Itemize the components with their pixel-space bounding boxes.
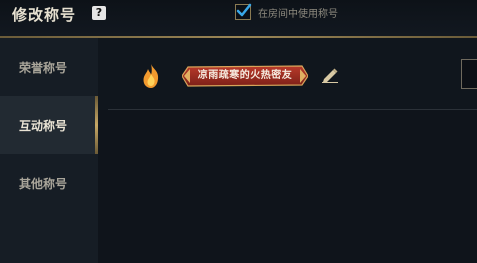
help-icon[interactable]: ? [92, 6, 106, 20]
sidebar-item-interaction[interactable]: 互动称号 [0, 96, 98, 154]
sidebar-item-label: 荣誉称号 [19, 60, 68, 75]
page-title: 修改称号 [12, 6, 77, 24]
sidebar-item-label: 其他称号 [19, 176, 68, 191]
checkbox-label: 在房间中使用称号 [258, 8, 338, 20]
top-bar: 修改称号 ? 在房间中使用称号 [0, 0, 477, 36]
sidebar: 荣誉称号 互动称号 其他称号 [0, 38, 98, 263]
side-panel-button[interactable] [461, 59, 477, 89]
sidebar-item-label: 互动称号 [19, 118, 68, 133]
checkmark-icon [236, 3, 252, 17]
row-divider [108, 109, 477, 110]
sidebar-item-honor[interactable]: 荣誉称号 [0, 38, 98, 96]
use-in-room-checkbox[interactable]: 在房间中使用称号 [235, 3, 338, 20]
checkbox-box[interactable] [235, 3, 252, 20]
sidebar-item-other[interactable]: 其他称号 [0, 154, 98, 212]
flame-icon [143, 64, 159, 88]
pencil-icon[interactable] [321, 67, 339, 83]
title-banner-text: 凉雨疏寒的火热密友 [197, 70, 293, 81]
